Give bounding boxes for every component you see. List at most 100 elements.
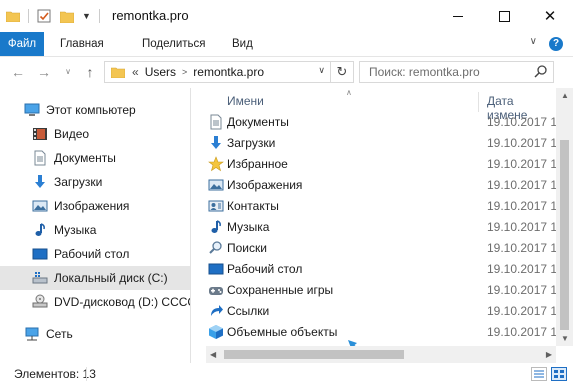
nav-item-local-disk[interactable]: Локальный диск (C:) [0,266,190,290]
tab-share[interactable]: Поделиться [134,32,214,56]
quick-access-toolbar: ▼ [5,7,108,25]
nav-item-dvd-drive[interactable]: DVD-дисковод (D:) CCCC [0,290,190,314]
downloads-icon [208,135,224,151]
item-count: Элементов: 13 [14,367,96,381]
up-button[interactable]: ↑ [80,62,100,82]
tab-view[interactable]: Вид [224,32,261,56]
list-item-date: 19.10.2017 10 [487,157,556,171]
nav-item-pictures[interactable]: Изображения [0,194,190,218]
list-item[interactable]: Объемные объекты 19.10.2017 10 [206,322,556,343]
qa-separator [28,9,29,23]
help-icon[interactable]: ? [549,37,563,51]
file-list[interactable]: ∧ Имени Дата измене Документы 19.10.2017… [206,88,556,346]
searches-icon [208,240,224,256]
nav-item-video[interactable]: Видео [0,122,190,146]
favorites-icon [208,156,224,172]
list-item[interactable]: Сохраненные игры 19.10.2017 10 [206,280,556,301]
saved-games-icon [208,282,224,298]
scroll-left-icon[interactable]: ◀ [210,350,216,359]
tab-home[interactable]: Главная [52,32,112,56]
title-bar: ▼ remontka.pro ✕ [0,0,573,32]
large-icons-view-button[interactable] [551,367,567,381]
computer-icon [24,102,40,118]
address-row: ← → ∨ ↑ « Users > remontka.pro ∨ ↻ Поиск… [0,56,573,88]
list-item[interactable]: Рабочий стол 19.10.2017 10 [206,259,556,280]
list-item[interactable]: Контакты 19.10.2017 10 [206,196,556,217]
column-divider[interactable] [478,92,479,112]
tab-file[interactable]: Файл [0,32,44,56]
nav-item-music[interactable]: Музыка [0,218,190,242]
status-bar: Элементов: 13 [0,363,573,385]
list-item[interactable]: Поиски 19.10.2017 10 [206,238,556,259]
list-item[interactable]: Документы 19.10.2017 10 [206,112,556,133]
list-item-name: Объемные объекты [227,325,338,339]
list-item[interactable]: Загрузки 19.10.2017 10 [206,133,556,154]
nav-item-downloads[interactable]: Загрузки [0,170,190,194]
pane-divider[interactable] [190,88,191,363]
nav-item-documents[interactable]: Документы [0,146,190,170]
horizontal-scroll-thumb[interactable] [224,350,404,359]
nav-item-label: Загрузки [54,175,103,189]
list-item-date: 19.10.2017 10 [487,262,556,276]
large-icons-view-icon [554,370,564,378]
nav-item-desktop[interactable]: Рабочий стол [0,242,190,266]
vertical-scrollbar[interactable]: ▲ ▼ [556,88,573,346]
music-icon [32,222,48,238]
close-button[interactable]: ✕ [527,0,573,32]
minimize-button[interactable] [435,0,481,32]
list-item-date: 19.10.2017 10 [487,283,556,297]
details-view-button[interactable] [531,367,547,381]
breadcrumb-remontka[interactable]: remontka.pro [193,65,264,79]
horizontal-scrollbar[interactable]: ◀ ▶ [206,346,556,363]
properties-icon[interactable] [37,9,51,23]
breadcrumb-users[interactable]: Users [145,65,176,79]
list-item-date: 19.10.2017 10 [487,241,556,255]
links-icon [208,303,224,319]
navigation-pane[interactable]: Этот компьютер Видео Документы Загрузки … [0,88,190,358]
column-header-name[interactable]: Имени [227,94,264,110]
list-item-date: 19.10.2017 10 [487,178,556,192]
nav-item-label: Документы [54,151,116,165]
expand-ribbon-icon[interactable]: ∨ [530,36,537,47]
nav-item-label: Видео [54,127,90,141]
details-view-icon [534,370,544,378]
maximize-button[interactable] [481,0,527,32]
status-separator [86,367,87,381]
search-input[interactable]: Поиск: remontka.pro [369,65,480,79]
list-item-name: Загрузки [227,136,276,150]
maximize-icon [498,10,510,22]
list-item-name: Поиски [227,241,267,255]
list-item[interactable]: Музыка 19.10.2017 10 [206,217,556,238]
list-item-date: 19.10.2017 10 [487,199,556,213]
scroll-right-icon[interactable]: ▶ [546,350,552,359]
search-box[interactable]: Поиск: remontka.pro [359,61,554,83]
nav-item-label: Музыка [54,223,97,237]
back-button[interactable]: ← [8,62,28,82]
new-folder-icon[interactable] [59,9,75,24]
scroll-down-icon[interactable]: ▼ [561,334,569,343]
documents-icon [208,114,224,130]
address-prefix[interactable]: « [132,65,139,79]
forward-button[interactable]: → [34,62,54,82]
scroll-up-icon[interactable]: ▲ [561,91,569,100]
list-item-date: 19.10.2017 10 [487,136,556,150]
customize-dropdown-icon[interactable]: ▼ [82,11,91,21]
documents-icon [32,150,48,166]
vertical-scroll-thumb[interactable] [560,140,569,330]
recent-locations-button[interactable]: ∨ [58,62,78,82]
nav-item-this-pc[interactable]: Этот компьютер [0,98,190,122]
list-item[interactable]: Изображения 19.10.2017 10 [206,175,556,196]
list-item-name: Музыка [227,220,270,234]
nav-item-label: DVD-дисковод (D:) CCCC [54,295,190,309]
address-dropdown-icon[interactable]: ∨ [318,65,325,76]
chevron-down-icon: ∨ [65,67,71,76]
column-header-date[interactable]: Дата измене [487,94,556,122]
list-item[interactable]: Ссылки 19.10.2017 10 [206,301,556,322]
desktop-icon [32,246,48,262]
refresh-icon[interactable]: ↻ [330,62,353,82]
list-item-date: 19.10.2017 10 [487,115,556,129]
list-item[interactable]: Избранное 19.10.2017 10 [206,154,556,175]
address-bar[interactable]: « Users > remontka.pro ∨ ↻ [104,61,354,83]
nav-item-label: Сеть [46,327,73,341]
nav-item-network[interactable]: Сеть [0,322,190,346]
